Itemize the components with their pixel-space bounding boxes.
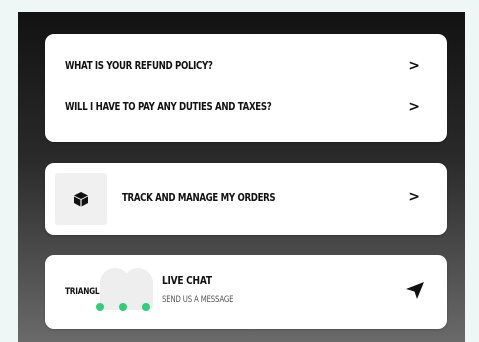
faq-item-label: WILL I HAVE TO PAY ANY DUTIES AND TAXES?: [65, 101, 272, 113]
chevron-right-icon: >: [408, 99, 420, 115]
package-tile: [55, 173, 107, 225]
track-orders-button[interactable]: TRACK AND MANAGE MY ORDERS >: [45, 163, 447, 235]
faq-item-label: WHAT IS YOUR REFUND POLICY?: [65, 60, 213, 72]
chevron-right-icon: >: [408, 58, 420, 74]
chevron-right-icon: >: [408, 189, 420, 205]
brand-logo: TRIANGL: [65, 287, 100, 297]
online-status-dot: [119, 303, 127, 311]
live-chat-title: LIVE CHAT: [162, 274, 212, 287]
online-status-dot: [96, 303, 104, 311]
help-panel: WHAT IS YOUR REFUND POLICY? > WILL I HAV…: [18, 12, 465, 342]
track-orders-label: TRACK AND MANAGE MY ORDERS: [122, 192, 276, 204]
faq-item-refund-policy[interactable]: WHAT IS YOUR REFUND POLICY? >: [45, 46, 447, 86]
faq-card: WHAT IS YOUR REFUND POLICY? > WILL I HAV…: [45, 34, 447, 142]
online-status-dot: [142, 303, 150, 311]
faq-item-duties-taxes[interactable]: WILL I HAVE TO PAY ANY DUTIES AND TAXES?…: [45, 87, 447, 127]
package-box-icon: [74, 192, 88, 207]
send-icon: [406, 282, 424, 299]
live-chat-button[interactable]: TRIANGL LIVE CHAT SEND US A MESSAGE: [45, 255, 447, 329]
live-chat-subtitle: SEND US A MESSAGE: [162, 295, 234, 305]
